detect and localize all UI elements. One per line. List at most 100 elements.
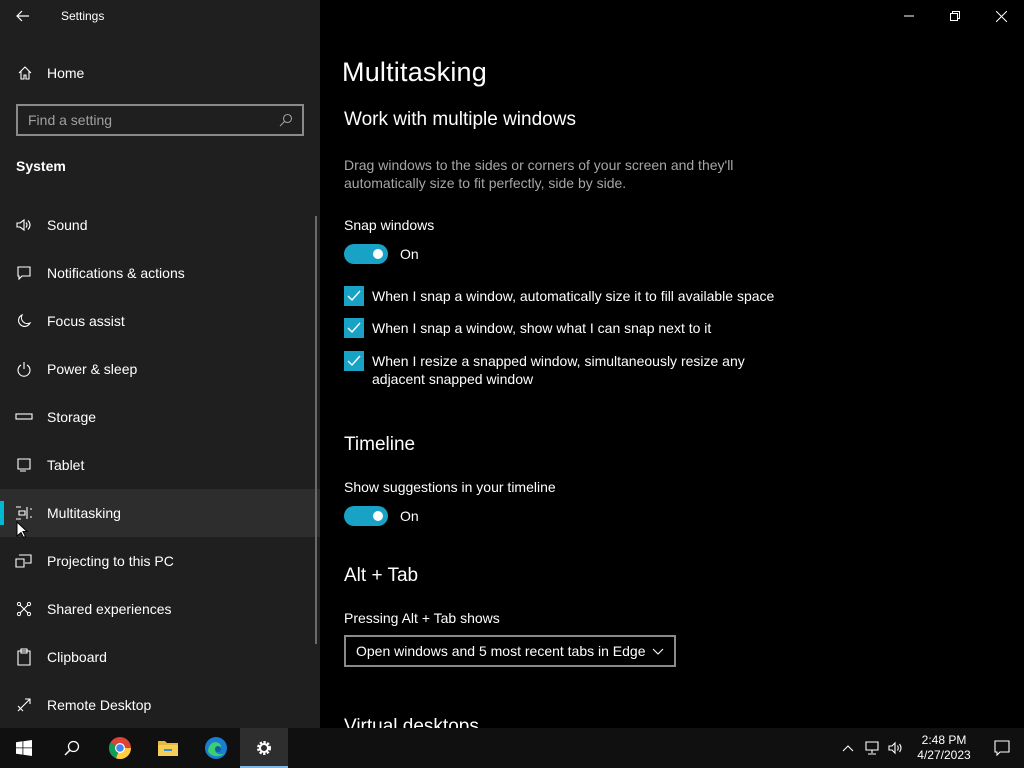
sidebar-item-label: Remote Desktop (47, 697, 152, 713)
file-explorer-icon (158, 741, 178, 756)
snap-windows-toggle[interactable]: On (344, 244, 419, 264)
mouse-cursor-icon (16, 521, 28, 539)
sidebar-item-projecting[interactable]: Projecting to this PC (0, 537, 320, 585)
sidebar-scrollbar[interactable] (315, 216, 317, 644)
restore-icon (950, 11, 960, 21)
toggle-state: On (400, 508, 419, 524)
sidebar-item-label: Notifications & actions (47, 265, 185, 281)
sidebar-nav: Sound Notifications & actions Focus assi… (0, 201, 320, 728)
show-hidden-icons-button[interactable] (836, 728, 860, 768)
restore-button[interactable] (932, 0, 978, 32)
toggle-switch[interactable] (344, 506, 388, 526)
checkbox-label: When I resize a snapped window, simultan… (372, 353, 745, 387)
sidebar-item-notifications[interactable]: Notifications & actions (0, 249, 320, 297)
system-tray: 2:48 PM 4/27/2023 (836, 728, 1024, 768)
back-arrow-icon (16, 10, 29, 22)
sidebar-item-tablet[interactable]: Tablet (0, 441, 320, 489)
active-indicator (0, 501, 4, 525)
checkbox-label: When I snap a window, automatically size… (372, 288, 775, 304)
page-title: Multitasking (342, 57, 487, 87)
sidebar-item-label: Tablet (47, 457, 85, 473)
action-center-button[interactable] (980, 728, 1024, 768)
remote-desktop-icon (14, 695, 34, 715)
window-controls (886, 0, 1024, 32)
toggle-switch[interactable] (344, 244, 388, 264)
taskbar-clock[interactable]: 2:48 PM 4/27/2023 (908, 733, 980, 763)
power-icon (14, 359, 34, 379)
network-button[interactable] (860, 728, 884, 768)
minimize-button[interactable] (886, 0, 932, 32)
sidebar-item-remote-desktop[interactable]: Remote Desktop (0, 681, 320, 728)
speaker-icon (14, 215, 34, 235)
sidebar-item-clipboard[interactable]: Clipboard (0, 633, 320, 681)
sidebar-item-label: Clipboard (47, 649, 107, 665)
checkmark-icon (347, 322, 361, 334)
checkbox[interactable] (344, 318, 364, 338)
search-box[interactable]: Find a setting (16, 104, 304, 136)
sidebar-item-shared-experiences[interactable]: Shared experiences (0, 585, 320, 633)
section-title: System (16, 158, 66, 174)
snap-option-fill-space[interactable]: When I snap a window, automatically size… (344, 286, 784, 306)
network-icon (865, 741, 879, 755)
taskbar-edge[interactable] (192, 728, 240, 768)
sidebar-item-focus-assist[interactable]: Focus assist (0, 297, 320, 345)
clipboard-icon (14, 647, 34, 667)
multitasking-icon (14, 503, 34, 523)
notification-icon (14, 263, 34, 283)
sidebar-item-label: Focus assist (47, 313, 125, 329)
sidebar-item-label: Shared experiences (47, 601, 172, 617)
start-icon (16, 740, 32, 756)
settings-icon (257, 741, 271, 755)
moon-icon (14, 311, 34, 331)
chevron-up-icon (842, 745, 854, 752)
timeline-suggestions-toggle[interactable]: On (344, 506, 419, 526)
volume-button[interactable] (884, 728, 908, 768)
search-icon (64, 740, 80, 756)
projecting-icon (14, 551, 34, 571)
sidebar-item-power-sleep[interactable]: Power & sleep (0, 345, 320, 393)
search-input[interactable]: Find a setting (28, 112, 276, 128)
clock-date: 4/27/2023 (917, 748, 971, 762)
back-button[interactable] (0, 0, 46, 32)
chrome-icon (108, 737, 132, 760)
edge-icon (205, 737, 227, 759)
snap-option-show-next[interactable]: When I snap a window, show what I can sn… (344, 318, 784, 338)
checkmark-icon (347, 290, 361, 302)
settings-sidebar: Settings Home Find a setting System Soun… (0, 0, 320, 728)
sidebar-item-storage[interactable]: Storage (0, 393, 320, 441)
sidebar-item-multitasking[interactable]: Multitasking (0, 489, 320, 537)
snap-description: Drag windows to the sides or corners of … (344, 157, 734, 191)
section-heading-alt-tab: Alt + Tab (344, 565, 419, 586)
section-heading-virtual-desktops: Virtual desktops (344, 716, 479, 728)
sidebar-item-label: Projecting to this PC (47, 553, 174, 569)
toggle-knob (373, 511, 383, 521)
checkmark-icon (347, 355, 361, 367)
sidebar-item-label: Sound (47, 217, 88, 233)
close-button[interactable] (978, 0, 1024, 32)
checkbox[interactable] (344, 286, 364, 306)
toggle-knob (373, 249, 383, 259)
taskbar-settings[interactable] (240, 728, 288, 768)
alt-tab-dropdown[interactable]: Open windows and 5 most recent tabs in E… (344, 635, 676, 667)
sidebar-item-label: Multitasking (47, 505, 121, 521)
checkbox[interactable] (344, 351, 364, 371)
snap-option-resize-adjacent[interactable]: When I resize a snapped window, simultan… (344, 351, 764, 388)
home-icon (16, 64, 34, 82)
chevron-down-icon (650, 643, 666, 659)
minimize-icon (904, 15, 914, 17)
home-link[interactable]: Home (0, 56, 320, 90)
taskbar-file-explorer[interactable] (144, 728, 192, 768)
title-bar: Settings (0, 0, 320, 32)
sidebar-item-label: Storage (47, 409, 97, 425)
app-title: Settings (61, 9, 105, 23)
search-icon[interactable] (276, 110, 296, 130)
sidebar-item-sound[interactable]: Sound (0, 201, 320, 249)
close-icon (995, 10, 1007, 22)
start-button[interactable] (0, 728, 48, 768)
alt-tab-label: Pressing Alt + Tab shows (344, 610, 500, 626)
volume-icon (888, 741, 902, 755)
taskbar-search-button[interactable] (48, 728, 96, 768)
home-label: Home (47, 65, 85, 81)
action-center-icon (994, 740, 1010, 756)
taskbar-chrome[interactable] (96, 728, 144, 768)
